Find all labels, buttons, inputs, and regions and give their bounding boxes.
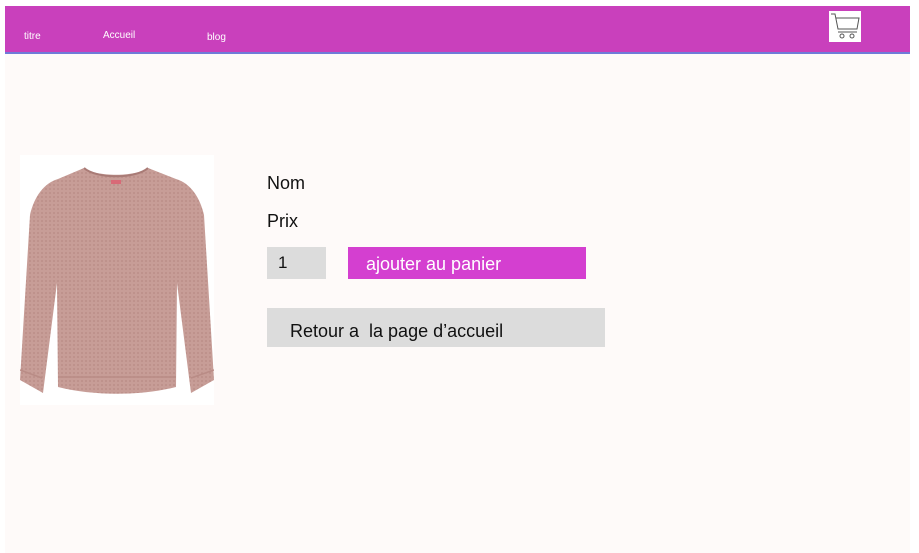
quantity-field[interactable]: 1 xyxy=(267,247,326,279)
sweater-image xyxy=(19,167,215,394)
add-to-cart-button[interactable]: ajouter au panier xyxy=(348,247,586,279)
nav-link-blog[interactable]: blog xyxy=(207,32,226,43)
product-name: Nom xyxy=(267,173,306,193)
product-price: Prix xyxy=(267,211,298,231)
cart-button[interactable] xyxy=(829,11,861,42)
nav-link-titre[interactable]: titre xyxy=(24,31,41,42)
shopping-cart-icon xyxy=(831,13,860,39)
page: titre Accueil blog Nom Prix 1 ajouter au… xyxy=(5,6,910,553)
product-image xyxy=(19,155,215,405)
nav-link-accueil[interactable]: Accueil xyxy=(103,30,135,41)
back-to-home-button[interactable]: Retour a la page d’accueil xyxy=(267,308,605,347)
navbar: titre Accueil blog xyxy=(5,6,910,54)
